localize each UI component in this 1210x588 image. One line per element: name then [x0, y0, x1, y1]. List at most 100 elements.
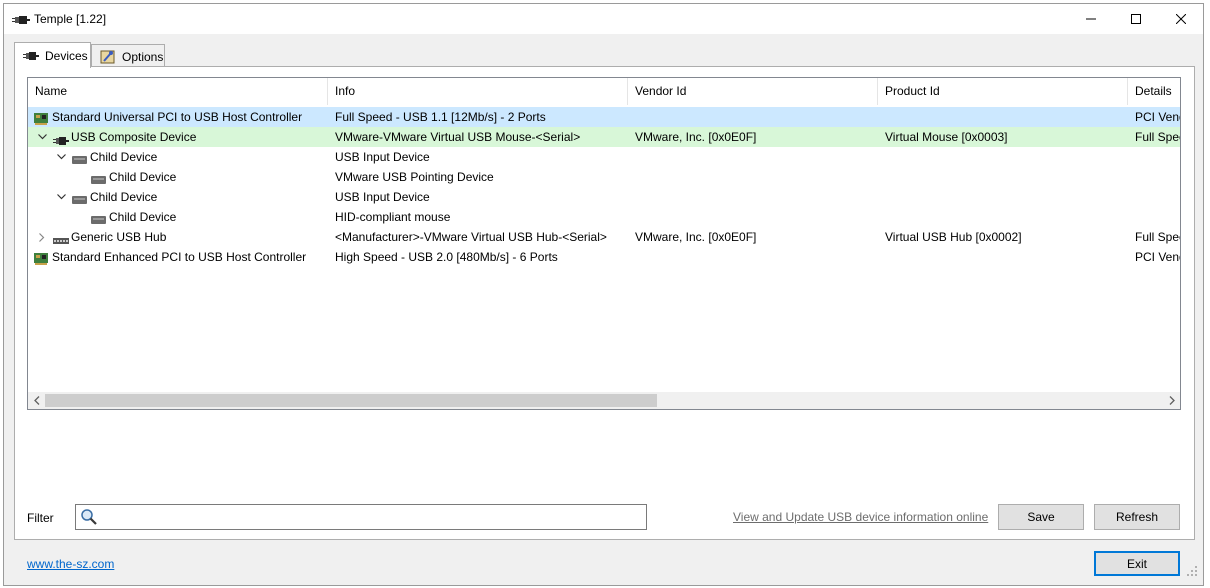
horizontal-scrollbar[interactable] [28, 392, 1180, 409]
tab-devices[interactable]: Devices [14, 42, 91, 68]
window-title: Temple [1.22] [34, 12, 107, 26]
chevron-right-icon [1169, 396, 1175, 405]
column-vendor-id[interactable]: Vendor Id [628, 78, 878, 105]
row-details [1135, 167, 1180, 187]
chevron-left-icon [33, 396, 39, 405]
options-icon [100, 49, 116, 65]
row-info: USB Input Device [335, 150, 430, 164]
row-product: Virtual Mouse [0x0003] [885, 130, 1008, 144]
tree-row[interactable]: Generic USB Hub <Manufacturer>-VMware Vi… [28, 227, 1180, 247]
filter-label: Filter [27, 511, 54, 525]
device-tree[interactable]: Name Info Vendor Id Product Id Details S… [27, 77, 1181, 410]
tree-row[interactable]: Child Device USB Input Device [28, 187, 1180, 207]
cell-name: Child Device [28, 207, 328, 227]
row-info: High Speed - USB 2.0 [480Mb/s] - 6 Ports [335, 250, 558, 264]
tree-row[interactable]: Standard Universal PCI to USB Host Contr… [28, 107, 1180, 127]
cell-name: Standard Enhanced PCI to USB Host Contro… [28, 247, 328, 267]
row-details [1135, 187, 1180, 207]
row-details: Full Speed [1135, 230, 1180, 244]
row-info: HID-compliant mouse [335, 210, 451, 224]
device-icon [72, 191, 88, 204]
cell-name: Child Device [28, 167, 328, 187]
device-icon [91, 171, 107, 184]
row-name: Child Device [90, 190, 158, 204]
filter-input[interactable] [100, 507, 640, 527]
close-icon [1176, 14, 1186, 24]
row-product [885, 247, 1128, 267]
usb-plug-icon [12, 14, 30, 24]
chevron-down-icon[interactable] [55, 187, 67, 207]
column-info[interactable]: Info [328, 78, 628, 105]
website-link[interactable]: www.the-sz.com [27, 557, 114, 571]
scrollbar-thumb[interactable] [45, 394, 657, 407]
tree-row[interactable]: Child Device USB Input Device [28, 147, 1180, 167]
row-name: Child Device [109, 170, 177, 184]
cell-name: Standard Universal PCI to USB Host Contr… [28, 107, 328, 127]
chevron-right-icon[interactable] [36, 227, 48, 247]
pci-card-icon [34, 111, 50, 125]
tab-options[interactable]: Options [91, 44, 165, 68]
row-info: VMware-VMware Virtual USB Mouse-<Serial> [335, 130, 581, 144]
usb-hub-icon [53, 231, 69, 244]
close-button[interactable] [1158, 4, 1204, 34]
row-product [885, 107, 1128, 127]
scroll-right-button[interactable] [1163, 392, 1180, 409]
column-product-id[interactable]: Product Id [878, 78, 1128, 105]
tree-row[interactable]: Child Device VMware USB Pointing Device [28, 167, 1180, 187]
refresh-button[interactable]: Refresh [1094, 504, 1180, 530]
maximize-button[interactable] [1113, 4, 1159, 34]
minimize-icon [1086, 18, 1096, 20]
pci-card-icon [34, 251, 50, 265]
usb-plug-icon [23, 51, 39, 60]
filter-field[interactable] [75, 504, 647, 530]
row-details: PCI Vendor [1135, 250, 1180, 264]
scroll-left-button[interactable] [28, 392, 45, 409]
tree-row[interactable]: Standard Enhanced PCI to USB Host Contro… [28, 247, 1180, 267]
row-info: Full Speed - USB 1.1 [12Mb/s] - 2 Ports [335, 110, 546, 124]
usb-plug-icon [53, 131, 69, 145]
row-product [885, 187, 1128, 207]
row-vendor [635, 107, 878, 127]
title-bar: Temple [1.22] [4, 4, 1203, 34]
online-info-link[interactable]: View and Update USB device information o… [733, 510, 988, 524]
tree-row[interactable]: Child Device HID-compliant mouse [28, 207, 1180, 227]
maximize-icon [1131, 14, 1141, 24]
row-vendor [635, 147, 878, 167]
search-icon [80, 508, 98, 529]
row-vendor: VMware, Inc. [0x0E0F] [635, 130, 757, 144]
row-vendor: VMware, Inc. [0x0E0F] [635, 230, 757, 244]
row-name: Child Device [109, 210, 177, 224]
row-name: Child Device [90, 150, 158, 164]
tab-devices-label: Devices [45, 48, 88, 63]
row-name: Generic USB Hub [71, 230, 167, 244]
row-info: VMware USB Pointing Device [335, 170, 494, 184]
cell-name: Child Device [28, 147, 328, 167]
cell-name: Child Device [28, 187, 328, 207]
row-vendor [635, 247, 878, 267]
column-name[interactable]: Name [28, 78, 328, 105]
cell-name: Generic USB Hub [28, 227, 328, 247]
chevron-down-icon[interactable] [55, 147, 67, 167]
row-product [885, 207, 1128, 227]
exit-button[interactable]: Exit [1094, 551, 1180, 576]
save-button[interactable]: Save [998, 504, 1084, 530]
row-product [885, 167, 1128, 187]
row-product [885, 147, 1128, 167]
row-details [1135, 207, 1180, 227]
tab-options-label: Options [122, 49, 164, 64]
tree-row[interactable]: USB Composite Device VMware-VMware Virtu… [28, 127, 1180, 147]
row-details: Full Speed [1135, 130, 1180, 144]
chevron-down-icon[interactable] [36, 127, 48, 147]
column-details[interactable]: Details [1128, 78, 1180, 105]
row-info: <Manufacturer>-VMware Virtual USB Hub-<S… [335, 230, 607, 244]
device-icon [72, 151, 88, 164]
cell-name: USB Composite Device [28, 127, 328, 147]
row-vendor [635, 207, 878, 227]
row-product: Virtual USB Hub [0x0002] [885, 230, 1022, 244]
row-info: USB Input Device [335, 190, 430, 204]
minimize-button[interactable] [1068, 4, 1114, 34]
row-details [1135, 147, 1180, 167]
row-name: Standard Universal PCI to USB Host Contr… [52, 110, 303, 124]
resize-grip-icon[interactable] [1187, 565, 1197, 579]
app-window: Temple [1.22] Devices Options Name Info … [3, 3, 1204, 586]
